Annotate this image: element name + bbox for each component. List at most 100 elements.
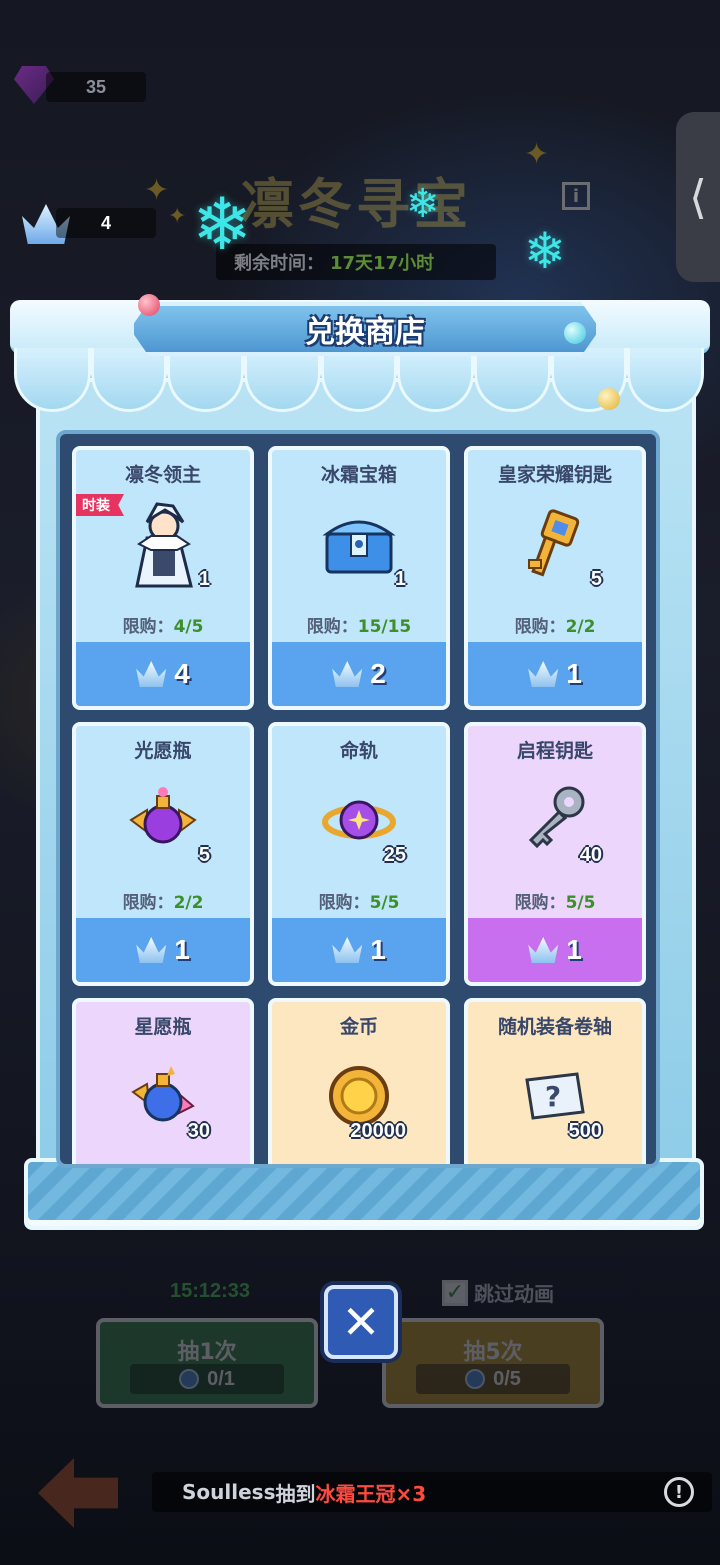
buy-button[interactable]: 1 — [468, 642, 642, 706]
purchase-limit: 限购：5/5 — [468, 888, 642, 913]
purchase-limit-value: 15/15 — [357, 617, 412, 637]
draw-five-cost-value: 0/5 — [493, 1367, 521, 1390]
draw-five-label: 抽5次 — [463, 1340, 523, 1365]
alert-icon[interactable]: ! — [664, 1477, 694, 1507]
shop-item-light-wish-bottle[interactable]: 光愿瓶 5 限购：2/2 1 — [72, 722, 254, 986]
draw-five-cost: 0/5 — [416, 1364, 570, 1394]
frost-chest-icon — [313, 498, 405, 590]
buy-button[interactable]: 4 — [76, 642, 250, 706]
checkbox-checked-icon[interactable]: ✓ — [442, 1279, 468, 1306]
snowflake-icon: ❄ — [524, 222, 566, 280]
sparkle-icon: ✦ — [524, 137, 550, 172]
gold-orb-icon — [598, 388, 620, 410]
close-button[interactable]: ✕ — [324, 1285, 398, 1359]
item-name: 金币 — [339, 1016, 378, 1038]
snowflake-icon: ❄ — [406, 181, 440, 227]
price-value: 1 — [566, 658, 582, 689]
remaining-time-value: 17天17小时 — [330, 253, 435, 274]
side-collapse-tab[interactable]: ⟨ — [676, 112, 720, 282]
ticker-verb: 抽到 — [275, 1481, 316, 1506]
gold-key-icon — [509, 498, 601, 590]
purchase-limit-value: 4/5 — [173, 617, 204, 637]
snowflake-icon: ❄ — [192, 182, 253, 266]
sparkle-icon: ✦ — [144, 173, 170, 208]
item-name: 冰霜宝箱 — [320, 464, 397, 486]
crown-count: 4 — [56, 208, 156, 238]
price-value: 4 — [174, 658, 190, 689]
shop-item-grid-container[interactable]: 凛冬领主 时装 1 限购：4/5 4 冰霜宝箱 1 限购：15/15 2 皇家荣… — [56, 430, 660, 1168]
draw-once-label: 抽1次 — [177, 1340, 237, 1365]
exchange-shop-panel: 兑换商店 凛冬领主 时装 1 限购：4/5 4 冰霜宝箱 1 限购：15/15 … — [10, 294, 710, 1234]
purchase-limit-value: 2/2 — [565, 617, 596, 637]
ticker-player: Soulless — [182, 1480, 276, 1504]
shop-item-frost-chest[interactable]: 冰霜宝箱 1 限购：15/15 2 — [268, 446, 450, 710]
info-icon[interactable]: i — [562, 182, 590, 210]
crown-currency-icon — [528, 937, 559, 963]
item-quantity: 1 — [394, 568, 406, 590]
crown-currency-icon — [136, 937, 167, 963]
crown-currency-icon — [332, 937, 363, 963]
purchase-limit-label: 限购： — [122, 617, 174, 637]
purchase-limit-label: 限购： — [122, 893, 174, 913]
price-value: 2 — [370, 658, 386, 689]
item-name: 星愿瓶 — [134, 1016, 192, 1038]
purchase-limit-value: 5/5 — [565, 893, 596, 913]
skip-animation-label: 跳过动画 — [474, 1282, 554, 1306]
shop-item-star-wish-bottle[interactable]: 星愿瓶 30 — [72, 998, 254, 1164]
buy-button[interactable]: 2 — [272, 642, 446, 706]
purchase-limit: 限购：2/2 — [468, 612, 642, 637]
purchase-limit: 限购：2/2 — [76, 888, 250, 913]
item-quantity: 40 — [579, 844, 602, 866]
draw-five-button[interactable]: 抽5次 0/5 — [382, 1318, 604, 1408]
purchase-limit-label: 限购： — [306, 617, 358, 637]
draw-announcement-ticker: Soulless 抽到 冰霜王冠×3 ! — [152, 1472, 712, 1512]
skip-animation-toggle[interactable]: ✓ 跳过动画 — [442, 1278, 554, 1307]
item-name: 凛冬领主 — [124, 464, 201, 486]
purchase-limit-value: 2/2 — [173, 893, 204, 913]
draw-countdown: 15:12:33 — [169, 1280, 251, 1302]
draw-once-cost: 0/1 — [130, 1364, 284, 1394]
gem-count: 35 — [46, 72, 146, 102]
shop-item-grid: 凛冬领主 时装 1 限购：4/5 4 冰霜宝箱 1 限购：15/15 2 皇家荣… — [72, 446, 650, 1164]
purchase-limit-value: 5/5 — [369, 893, 400, 913]
shop-item-fate-orb[interactable]: 命轨 25 限购：5/5 1 — [268, 722, 450, 986]
purchase-limit: 限购：15/15 — [272, 612, 446, 637]
remaining-time: 剩余时间： 17天17小时 — [216, 244, 496, 280]
svg-text:?: ? — [545, 1080, 561, 1113]
shop-item-random-equipment-scroll[interactable]: 随机装备卷轴 ? 500 — [464, 998, 646, 1164]
buy-button[interactable]: 1 — [272, 918, 446, 982]
item-name: 光愿瓶 — [134, 740, 192, 762]
draw-once-button[interactable]: 抽1次 0/1 — [96, 1318, 318, 1408]
draw-ticket-icon — [179, 1369, 200, 1389]
item-quantity: 25 — [383, 844, 406, 866]
item-quantity: 1 — [198, 568, 210, 590]
item-quantity: 20000 — [350, 1120, 406, 1142]
shop-frame-base — [24, 1158, 704, 1230]
crown-currency-icon — [332, 661, 363, 687]
shop-title: 兑换商店 — [305, 315, 425, 350]
shop-item-gold-coin[interactable]: 金币 20000 — [268, 998, 450, 1164]
item-quantity: 5 — [590, 568, 602, 590]
crown-currency-icon — [528, 661, 559, 687]
buy-button[interactable]: 1 — [468, 918, 642, 982]
shop-item-royal-glory-key[interactable]: 皇家荣耀钥匙 5 限购：2/2 1 — [464, 446, 646, 710]
light-wish-bottle-icon — [117, 774, 209, 866]
ticker-reward: 冰霜王冠×3 — [315, 1481, 427, 1506]
shop-item-frost-lord[interactable]: 凛冬领主 时装 1 限购：4/5 4 — [72, 446, 254, 710]
price-value: 1 — [566, 934, 582, 965]
price-value: 1 — [174, 934, 190, 965]
crown-currency-icon — [136, 661, 167, 687]
item-quantity: 30 — [187, 1120, 210, 1142]
item-quantity: 500 — [568, 1120, 602, 1142]
item-name: 随机装备卷轴 — [497, 1016, 612, 1038]
buy-button[interactable]: 1 — [76, 918, 250, 982]
item-name: 启程钥匙 — [516, 740, 593, 762]
item-quantity: 5 — [198, 844, 210, 866]
draw-ticket-icon — [465, 1369, 486, 1389]
shop-item-journey-key[interactable]: 启程钥匙 40 限购：5/5 1 — [464, 722, 646, 986]
draw-once-cost-value: 0/1 — [207, 1367, 235, 1390]
item-name: 皇家荣耀钥匙 — [497, 464, 612, 486]
frost-lord-character-icon — [117, 498, 209, 590]
sparkle-icon: ✦ — [168, 204, 187, 229]
purchase-limit-label: 限购： — [514, 893, 566, 913]
